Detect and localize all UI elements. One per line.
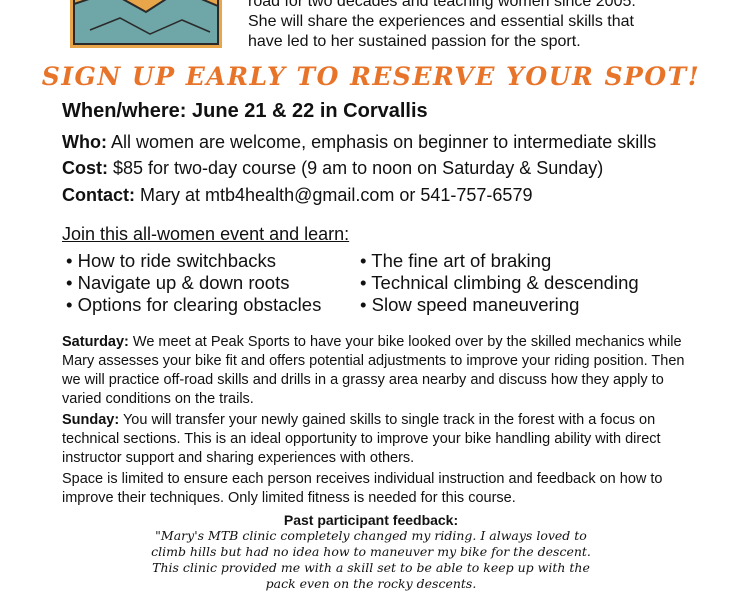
space-paragraph: Space is limited to ensure each person r… <box>62 471 663 506</box>
cost-label: Cost: <box>62 158 108 178</box>
sunday-text: You will transfer your newly gained skil… <box>62 412 661 466</box>
skills-list: • How to ride switchbacks • The fine art… <box>66 250 726 316</box>
cost-line: Cost: $85 for two-day course (9 am to no… <box>62 158 603 179</box>
list-item: • Slow speed maneuvering <box>360 294 580 315</box>
saturday-label: Saturday: <box>62 334 129 350</box>
intro-line: road for two decades and teaching women … <box>248 0 636 10</box>
saturday-text: We meet at Peak Sports to have your bike… <box>62 334 685 407</box>
sunday-paragraph: Sunday: You will transfer your newly gai… <box>62 411 702 468</box>
who-text: All women are welcome, emphasis on begin… <box>106 132 657 152</box>
who-label: Who: <box>62 132 107 152</box>
intro-line: She will share the experiences and essen… <box>248 13 634 30</box>
contact-line: Contact: Mary at mtb4health@gmail.com or… <box>62 185 532 206</box>
signup-banner: SIGN UP EARLY TO RESERVE YOUR SPOT! <box>41 62 701 91</box>
contact-label: Contact: <box>62 185 135 205</box>
list-item: • How to ride switchbacks <box>66 250 277 271</box>
mountain-logo <box>70 0 222 48</box>
join-heading: Join this all-women event and learn: <box>62 224 350 244</box>
cost-text: $85 for two-day course (9 am to noon on … <box>108 158 604 178</box>
list-item: • Navigate up & down roots <box>66 272 290 293</box>
list-item: • Options for clearing obstacles <box>66 294 322 315</box>
list-item: • The fine art of braking <box>360 250 552 271</box>
contact-text: Mary at mtb4health@gmail.com or 541-757-… <box>135 185 533 205</box>
feedback-quote: "Mary's MTB clinic completely changed my… <box>151 528 591 591</box>
feedback-title: Past participant feedback: <box>283 512 459 528</box>
when-where: When/where: June 21 & 22 in Corvallis <box>62 100 428 122</box>
list-item: • Technical climbing & descending <box>360 272 639 293</box>
who-line: Who: All women are welcome, emphasis on … <box>62 132 656 153</box>
sunday-label: Sunday: <box>62 412 120 428</box>
intro-line: have led to her sustained passion for th… <box>248 33 581 50</box>
saturday-paragraph: Saturday: We meet at Peak Sports to have… <box>62 333 702 409</box>
coach-intro: road for two decades and teaching women … <box>248 0 718 52</box>
